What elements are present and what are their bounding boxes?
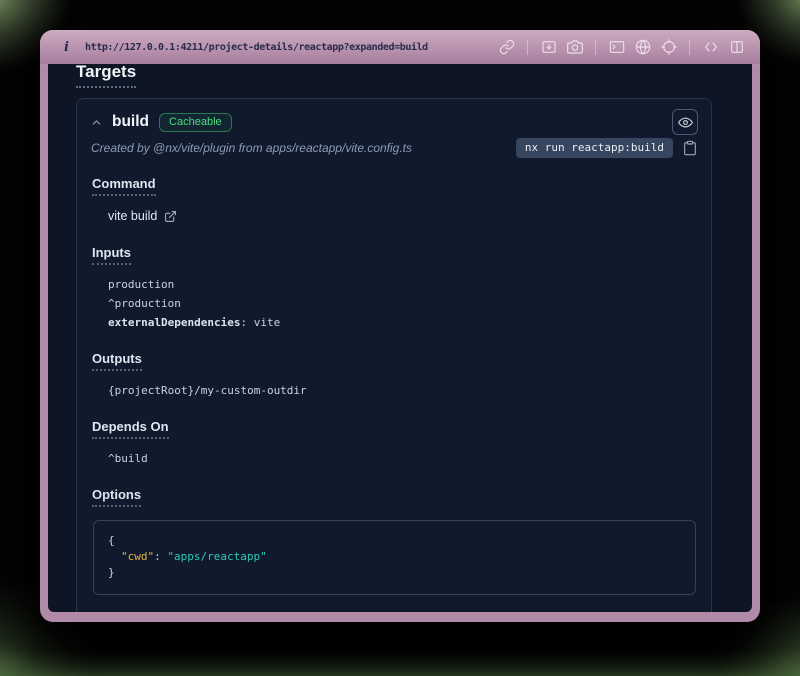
created-by-row: Created by @nx/vite/plugin from apps/rea… <box>77 135 711 158</box>
code-line: "cwd": "apps/reactapp" <box>108 549 681 565</box>
json-value: "apps/reactapp" <box>167 550 266 563</box>
browser-window: i http://127.0.0.1:4211/project-details/… <box>40 30 760 622</box>
outputs-section-heading: Outputs <box>92 351 142 371</box>
inbox-download-icon[interactable] <box>540 39 557 56</box>
command-section-heading: Command <box>92 176 156 196</box>
json-key: "cwd" <box>121 550 154 563</box>
build-target-details: Command vite build Inputs production ^pr… <box>77 158 711 612</box>
toolbar-divider <box>595 40 596 55</box>
cacheable-badge: Cacheable <box>159 113 232 132</box>
input-item: ^production <box>108 297 696 310</box>
topbar-toolbar <box>498 39 745 56</box>
build-target-card: build Cacheable Created by @nx/vite/plug… <box>76 98 712 612</box>
chevron-up-icon[interactable] <box>90 116 103 129</box>
info-icon[interactable]: i <box>64 40 69 55</box>
inputs-section-heading: Inputs <box>92 245 131 265</box>
output-item: {projectRoot}/my-custom-outdir <box>108 384 696 397</box>
input-item: externalDependencies: vite <box>108 316 696 329</box>
options-code-block: { "cwd": "apps/reactapp" } <box>93 520 696 595</box>
view-graph-button[interactable] <box>672 109 698 135</box>
command-link[interactable]: vite build <box>108 209 696 223</box>
targets-heading: Targets <box>76 64 136 88</box>
created-by-text: Created by @nx/vite/plugin from apps/rea… <box>91 141 412 155</box>
browser-topbar: i http://127.0.0.1:4211/project-details/… <box>40 30 760 64</box>
terminal-icon[interactable] <box>608 39 625 56</box>
external-link-icon[interactable] <box>164 210 177 223</box>
code-line: } <box>108 565 681 581</box>
code-icon[interactable] <box>702 39 719 56</box>
toolbar-divider <box>689 40 690 55</box>
toolbar-divider <box>527 40 528 55</box>
link-icon[interactable] <box>498 39 515 56</box>
copy-icon[interactable] <box>682 140 698 156</box>
crosshair-icon[interactable] <box>660 39 677 56</box>
target-name: build <box>112 113 149 131</box>
json-separator: : <box>154 550 167 563</box>
project-details-page: Targets build Cacheable Created by @nx/v… <box>48 64 752 612</box>
input-item: production <box>108 278 696 291</box>
run-command-chip: nx run reactapp:build <box>516 138 673 158</box>
command-value: vite build <box>108 209 157 223</box>
build-target-header[interactable]: build Cacheable <box>77 99 711 135</box>
input-dep-value: : vite <box>240 316 280 329</box>
depends-on-item: ^build <box>108 452 696 465</box>
camera-icon[interactable] <box>566 39 583 56</box>
code-line: { <box>108 533 681 549</box>
globe-icon[interactable] <box>634 39 651 56</box>
address-bar[interactable]: http://127.0.0.1:4211/project-details/re… <box>85 42 428 53</box>
input-dep-key: externalDependencies <box>108 316 240 329</box>
split-view-icon[interactable] <box>728 39 745 56</box>
options-section-heading: Options <box>92 487 141 507</box>
depends-on-section-heading: Depends On <box>92 419 169 439</box>
